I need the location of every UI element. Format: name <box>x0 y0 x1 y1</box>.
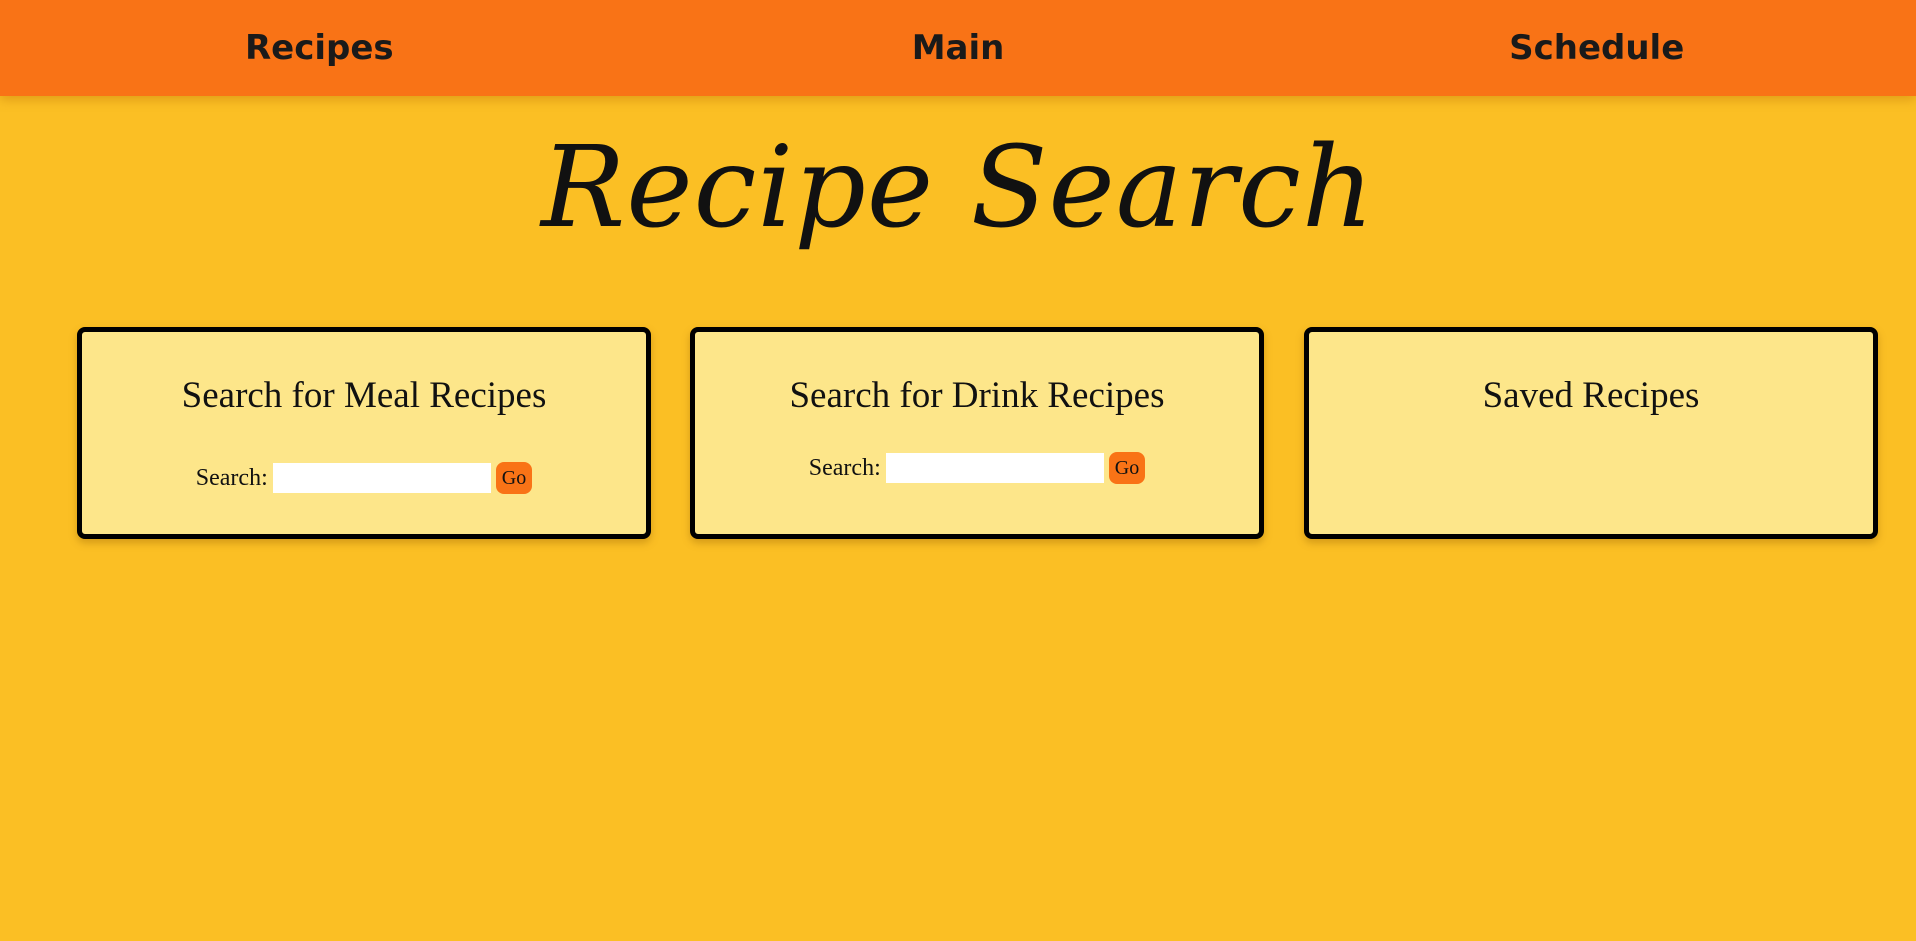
nav-link-main[interactable]: Main <box>639 0 1278 96</box>
meal-search-input[interactable] <box>272 463 491 493</box>
saved-recipes-card: Saved Recipes <box>1304 327 1878 539</box>
drink-search-card-title: Search for Drink Recipes <box>789 375 1165 416</box>
meal-search-label: Search: <box>195 464 268 491</box>
saved-recipes-card-title: Saved Recipes <box>1482 375 1700 416</box>
drink-search-row: Search: Go <box>695 452 1259 484</box>
meal-search-card: Search for Meal Recipes Search: Go <box>77 327 651 539</box>
drink-go-button[interactable]: Go <box>1108 452 1146 484</box>
nav-link-recipes[interactable]: Recipes <box>0 0 639 96</box>
top-nav-bar: Recipes Main Schedule <box>0 0 1916 96</box>
meal-go-button[interactable]: Go <box>495 462 533 494</box>
meal-search-row: Search: Go <box>82 462 646 494</box>
nav-link-schedule[interactable]: Schedule <box>1277 0 1916 96</box>
drink-search-input[interactable] <box>885 453 1104 483</box>
drink-search-label: Search: <box>808 454 881 481</box>
drink-search-card: Search for Drink Recipes Search: Go <box>690 327 1264 539</box>
page-title: Recipe Search <box>541 123 1375 253</box>
meal-search-card-title: Search for Meal Recipes <box>181 375 547 416</box>
